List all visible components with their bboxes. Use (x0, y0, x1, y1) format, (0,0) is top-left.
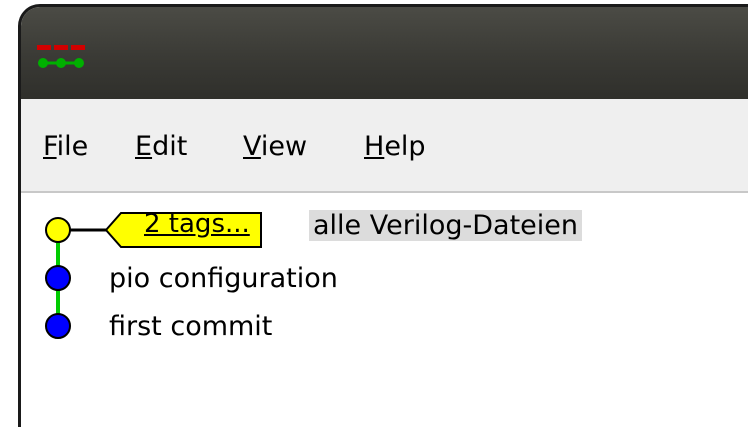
commit-row[interactable]: pio configuration (109, 265, 338, 292)
menu-file[interactable]: File (43, 131, 88, 162)
menu-view[interactable]: View (243, 131, 307, 162)
menu-edit[interactable]: Edit (135, 131, 187, 162)
tag-label[interactable]: 2 tags... (144, 211, 250, 237)
gitk-window: File Edit View Help 2 tags... alle Veril… (18, 4, 748, 427)
commit-row[interactable]: first commit (109, 313, 272, 340)
menu-bar: File Edit View Help (21, 99, 748, 193)
commit-node[interactable] (45, 313, 71, 339)
commit-node[interactable] (45, 265, 71, 291)
head-commit-node[interactable] (45, 217, 71, 243)
commit-list-pane[interactable]: 2 tags... alle Verilog-Dateien pio confi… (21, 193, 748, 427)
title-bar[interactable] (21, 7, 748, 99)
commit-row-head[interactable]: alle Verilog-Dateien (309, 210, 582, 241)
gitk-app-icon (37, 45, 85, 68)
menu-help[interactable]: Help (364, 131, 426, 162)
